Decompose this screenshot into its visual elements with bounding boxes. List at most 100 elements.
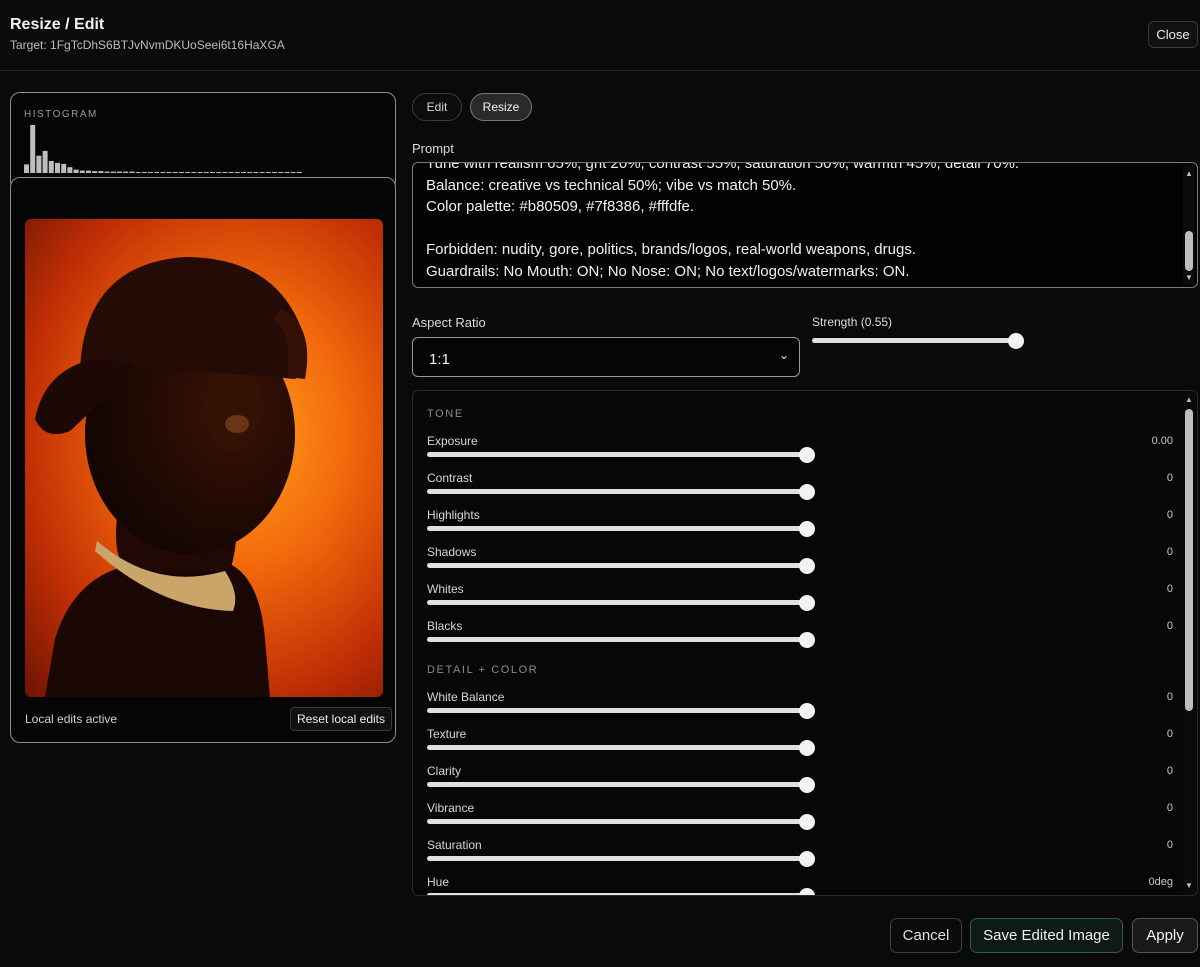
adjustment-value: 0.00 [1151, 435, 1173, 447]
local-edits-status: Local edits active [25, 712, 118, 726]
histogram-bar [55, 162, 60, 173]
histogram-bar [92, 171, 98, 173]
histogram-bar [216, 172, 222, 173]
prompt-line: Color palette: #b80509, #7f8386, #fffdfe… [426, 198, 694, 215]
detail-color-section-label: DETAIL + COLOR [427, 664, 539, 676]
adjustments-scrollbar[interactable]: ▲ ▼ [1183, 391, 1195, 895]
adjustment-value: 0 [1166, 691, 1173, 703]
adjustment-name: Contrast [427, 471, 473, 485]
adjustment-slider-thumb[interactable] [799, 595, 815, 611]
histogram-bar [154, 172, 160, 173]
adjustment-slider[interactable] [427, 595, 815, 611]
prompt-text: Tune with realism 65%, grit 20%, contras… [426, 162, 1166, 282]
adjustment-slider[interactable] [427, 521, 815, 537]
strength-slider-thumb[interactable] [1008, 333, 1024, 349]
histogram-bar [129, 171, 135, 173]
character-illustration [35, 257, 308, 697]
adjustment-slider-thumb[interactable] [799, 632, 815, 648]
histogram-bar [123, 171, 129, 173]
adjustment-name: Whites [427, 582, 464, 596]
histogram-bar [117, 171, 122, 173]
preview-image[interactable] [25, 219, 383, 697]
prompt-line: Guardrails: No Mouth: ON; No Nose: ON; N… [426, 262, 910, 280]
adjustments-panel: TONE Exposure 0.00 Contrast 0 Highlights 0 Sha… [412, 390, 1198, 896]
reset-local-edits-button[interactable]: Reset local edits [290, 707, 392, 731]
chevron-down-icon: ⌄ [778, 348, 789, 362]
target-id: Target: 1FgTcDhS6BTJvNvmDKUoSeei6t16HaXG… [10, 38, 285, 52]
close-button[interactable]: Close [1148, 21, 1198, 48]
histogram-bar [61, 163, 67, 173]
adjustment-name: Highlights [427, 508, 480, 522]
histogram-bar [272, 172, 277, 173]
adjustment-slider[interactable] [427, 814, 815, 830]
adjustment-slider[interactable] [427, 558, 815, 574]
scrollbar-thumb[interactable] [1185, 231, 1193, 271]
histogram-bar [30, 125, 36, 173]
prompt-line: Tune with realism 65%, grit 20%, contras… [426, 162, 1020, 172]
adjustment-slider-thumb[interactable] [799, 521, 815, 537]
adjustment-slider-thumb[interactable] [799, 703, 815, 719]
histogram-bar [179, 172, 184, 173]
strength-slider[interactable] [812, 333, 1024, 349]
adjustment-name: Vibrance [427, 801, 475, 815]
histogram-bar [253, 172, 259, 173]
adjustment-value: 0 [1166, 620, 1173, 632]
adjustment-slider-thumb[interactable] [799, 740, 815, 756]
histogram-bar [148, 172, 153, 173]
scroll-up-icon[interactable]: ▲ [1184, 395, 1194, 405]
adjustment-slider[interactable] [427, 851, 815, 867]
histogram-bar [191, 172, 197, 173]
histogram-bar [73, 169, 79, 173]
adjustment-slider-thumb[interactable] [799, 777, 815, 793]
apply-button[interactable]: Apply [1132, 918, 1198, 953]
aspect-ratio-label: Aspect Ratio [412, 315, 486, 330]
adjustment-name: Shadows [427, 545, 477, 559]
scroll-up-icon[interactable]: ▲ [1184, 169, 1194, 179]
adjustment-slider-thumb[interactable] [799, 851, 815, 867]
histogram-bar [67, 167, 73, 173]
adjustment-name: Saturation [427, 838, 482, 852]
histogram-bar [42, 150, 48, 173]
histogram-bar [185, 172, 191, 173]
tab-edit[interactable]: Edit [412, 93, 462, 121]
adjustment-slider-thumb[interactable] [799, 558, 815, 574]
adjustment-value: 0deg [1148, 876, 1173, 888]
save-edited-image-button[interactable]: Save Edited Image [970, 918, 1123, 953]
prompt-textarea[interactable]: Tune with realism 65%, grit 20%, contras… [412, 162, 1198, 288]
dialog-title: Resize / Edit [10, 16, 105, 33]
histogram-bar [135, 172, 141, 173]
aspect-ratio-select[interactable]: 1:1 ⌄ [412, 337, 800, 377]
histogram-label: HISTOGRAM [24, 109, 98, 120]
adjustment-value: 0 [1166, 765, 1173, 777]
adjustment-value: 0 [1166, 839, 1173, 851]
tab-resize[interactable]: Resize [470, 93, 532, 121]
adjustment-slider-thumb[interactable] [799, 888, 815, 895]
scroll-down-icon[interactable]: ▼ [1184, 273, 1194, 283]
adjustment-slider-thumb[interactable] [799, 447, 815, 463]
adjustment-slider-thumb[interactable] [799, 814, 815, 830]
scroll-down-icon[interactable]: ▼ [1184, 881, 1194, 891]
adjustment-slider[interactable] [427, 447, 815, 463]
histogram-bar [36, 155, 42, 173]
prompt-scrollbar[interactable]: ▲ ▼ [1183, 165, 1195, 285]
adjustment-name: Texture [427, 727, 467, 741]
adjustment-slider[interactable] [427, 740, 815, 756]
adjustment-slider[interactable] [427, 484, 815, 500]
histogram-bar [166, 172, 172, 173]
adjustment-slider-thumb[interactable] [799, 484, 815, 500]
histogram-bar [160, 172, 166, 173]
prompt-label: Prompt [412, 141, 454, 156]
histogram-bar [210, 172, 215, 173]
prompt-line [426, 218, 1166, 240]
adjustment-slider[interactable] [427, 703, 815, 719]
adjustment-value: 0 [1166, 546, 1173, 558]
adjustment-name: Clarity [427, 764, 462, 778]
histogram-bar [222, 172, 228, 173]
adjustment-slider[interactable] [427, 888, 815, 895]
scrollbar-thumb[interactable] [1185, 409, 1193, 711]
cancel-button[interactable]: Cancel [890, 918, 962, 953]
adjustment-slider[interactable] [427, 777, 815, 793]
adjustment-name: Exposure [427, 434, 478, 448]
adjustment-slider[interactable] [427, 632, 815, 648]
histogram-bar [24, 164, 29, 173]
